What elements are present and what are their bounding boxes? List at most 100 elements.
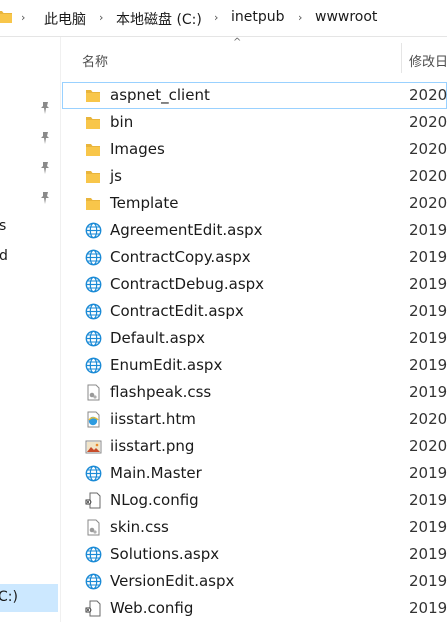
aspx-globe-icon	[85, 573, 102, 590]
folder-icon	[85, 87, 102, 104]
column-header: ^ 名称 修改日	[62, 37, 447, 73]
breadcrumb-this-pc[interactable]: 此电脑	[44, 9, 86, 29]
file-name: bin	[110, 113, 134, 131]
breadcrumb-separator-icon: ›	[99, 11, 104, 24]
file-date: 2020,	[409, 113, 447, 131]
folder-icon	[85, 168, 102, 185]
sort-ascending-icon: ^	[233, 37, 242, 48]
file-date: 2020,	[409, 194, 447, 212]
aspx-globe-icon	[85, 303, 102, 320]
file-row[interactable]: iisstart.png 2020,	[62, 433, 447, 460]
file-name: ContractCopy.aspx	[110, 248, 251, 266]
file-name: Images	[110, 140, 165, 158]
file-date: 2019,	[409, 464, 447, 482]
aspx-globe-icon	[85, 249, 102, 266]
file-name: Solutions.aspx	[110, 545, 220, 563]
file-row[interactable]: Template 2020,	[62, 190, 447, 217]
file-row[interactable]: Default.aspx 2019,	[62, 325, 447, 352]
file-row[interactable]: flashpeak.css 2019,	[62, 379, 447, 406]
file-date: 2019,	[409, 302, 447, 320]
file-name: skin.css	[110, 518, 169, 536]
htm-file-icon	[85, 411, 102, 428]
file-date: 2019,	[409, 248, 447, 266]
breadcrumb-separator-icon: ›	[21, 11, 26, 24]
file-name: Main.Master	[110, 464, 202, 482]
file-date: 2019,	[409, 356, 447, 374]
address-bar[interactable]: › 此电脑 › 本地磁盘 (C:) › inetpub › wwwroot	[0, 0, 447, 37]
column-header-name[interactable]: 名称	[82, 51, 108, 70]
file-name: VersionEdit.aspx	[110, 572, 235, 590]
file-row[interactable]: AgreementEdit.aspx 2019,	[62, 217, 447, 244]
file-date: 2019,	[409, 329, 447, 347]
file-date: 2020,	[409, 140, 447, 158]
file-name: js	[110, 167, 122, 185]
file-date: 2019,	[409, 383, 447, 401]
file-date: 2020,	[409, 86, 447, 104]
column-divider[interactable]	[401, 43, 402, 73]
pin-icon[interactable]	[38, 190, 52, 204]
config-file-icon	[85, 600, 102, 617]
config-file-icon	[85, 492, 102, 509]
pin-icon[interactable]	[38, 100, 52, 114]
file-row[interactable]: Solutions.aspx 2019,	[62, 541, 447, 568]
aspx-globe-icon	[85, 465, 102, 482]
file-row[interactable]: iisstart.htm 2020,	[62, 406, 447, 433]
pin-icon[interactable]	[38, 130, 52, 144]
file-row[interactable]: ContractEdit.aspx 2019,	[62, 298, 447, 325]
column-header-date[interactable]: 修改日	[409, 51, 447, 70]
folder-icon	[85, 195, 102, 212]
breadcrumb-inetpub[interactable]: inetpub	[231, 9, 285, 25]
nav-item-label: C:)	[0, 589, 18, 605]
navigation-pane[interactable]: s d C:)	[0, 37, 61, 622]
file-date: 2019,	[409, 572, 447, 590]
file-name: ContractDebug.aspx	[110, 275, 265, 293]
nav-item-label[interactable]: d	[0, 248, 8, 264]
pin-icon[interactable]	[38, 160, 52, 174]
breadcrumb-local-disk[interactable]: 本地磁盘 (C:)	[116, 9, 202, 29]
file-row[interactable]: Main.Master 2019,	[62, 460, 447, 487]
file-name: iisstart.png	[110, 437, 195, 455]
file-row[interactable]: NLog.config 2019,	[62, 487, 447, 514]
file-date: 2020,	[409, 167, 447, 185]
file-row[interactable]: ContractCopy.aspx 2019,	[62, 244, 447, 271]
file-date: 2019,	[409, 275, 447, 293]
file-row[interactable]: VersionEdit.aspx 2019,	[62, 568, 447, 595]
css-file-icon	[85, 519, 102, 536]
nav-item-local-disk-selected[interactable]: C:)	[0, 584, 58, 612]
file-date: 2019,	[409, 545, 447, 563]
file-name: aspnet_client	[110, 86, 210, 104]
file-name: EnumEdit.aspx	[110, 356, 223, 374]
folder-icon	[85, 141, 102, 158]
file-name: flashpeak.css	[110, 383, 212, 401]
breadcrumb-wwwroot[interactable]: wwwroot	[315, 9, 377, 25]
aspx-globe-icon	[85, 222, 102, 239]
file-name: Web.config	[110, 599, 194, 617]
file-row[interactable]: js 2020,	[62, 163, 447, 190]
file-row[interactable]: aspnet_client 2020,	[62, 82, 447, 109]
file-date: 2020,	[409, 437, 447, 455]
aspx-globe-icon	[85, 276, 102, 293]
nav-item-label[interactable]: s	[0, 218, 6, 234]
file-name: Template	[110, 194, 179, 212]
folder-icon	[0, 8, 12, 28]
file-name: Default.aspx	[110, 329, 205, 347]
file-row[interactable]: ContractDebug.aspx 2019,	[62, 271, 447, 298]
file-row[interactable]: skin.css 2019,	[62, 514, 447, 541]
folder-icon	[85, 114, 102, 131]
file-name: NLog.config	[110, 491, 199, 509]
file-row[interactable]: bin 2020,	[62, 109, 447, 136]
aspx-globe-icon	[85, 357, 102, 374]
png-file-icon	[85, 438, 102, 455]
css-file-icon	[85, 384, 102, 401]
file-name: iisstart.htm	[110, 410, 196, 428]
file-row[interactable]: EnumEdit.aspx 2019,	[62, 352, 447, 379]
aspx-globe-icon	[85, 546, 102, 563]
file-date: 2019,	[409, 221, 447, 239]
breadcrumb-separator-icon: ›	[298, 11, 303, 24]
file-name: ContractEdit.aspx	[110, 302, 244, 320]
file-row[interactable]: Web.config 2019,	[62, 595, 447, 622]
breadcrumb-separator-icon: ›	[214, 11, 219, 24]
file-date: 2019,	[409, 599, 447, 617]
file-row[interactable]: Images 2020,	[62, 136, 447, 163]
aspx-globe-icon	[85, 330, 102, 347]
